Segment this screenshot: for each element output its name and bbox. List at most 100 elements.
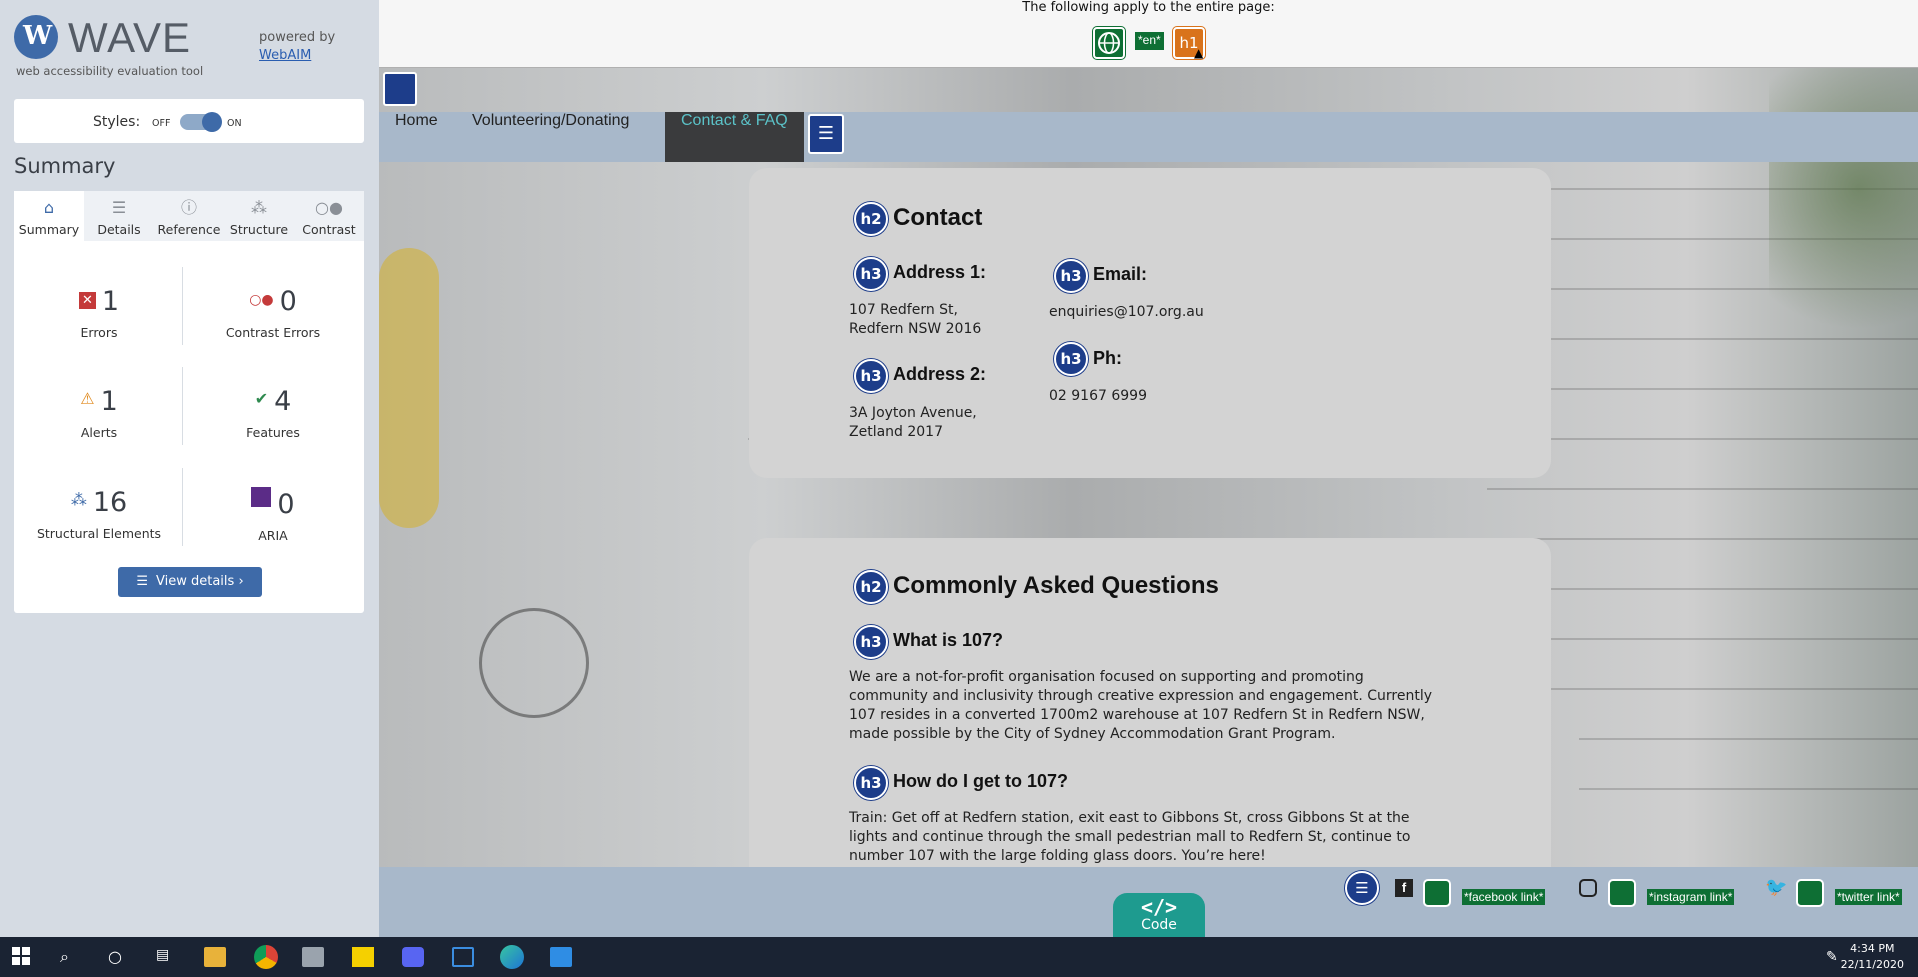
email-heading: Email: (1093, 264, 1148, 284)
h3-badge[interactable]: h3 (854, 766, 888, 800)
stat-alerts[interactable]: ⚠ 1 Alerts (19, 386, 179, 440)
email-value: enquiries@107.org.au (1049, 304, 1204, 320)
system-clock[interactable]: 4:34 PM 22/11/2020 (1841, 941, 1904, 973)
code-button[interactable]: </> Code (1113, 893, 1205, 937)
address2-heading: Address 2: (893, 364, 987, 384)
summary-heading: Summary (14, 154, 116, 178)
alert-icon: ⚠ (80, 389, 95, 408)
photos-icon[interactable] (550, 947, 572, 967)
faq-answer-1-line: made possible by the City of Sydney Acco… (849, 726, 1336, 742)
link-icon[interactable] (1608, 879, 1636, 907)
facebook-icon[interactable]: f (1395, 879, 1413, 897)
search-icon[interactable]: ⌕ (60, 947, 82, 967)
address1-line2: Redfern NSW 2016 (849, 321, 982, 337)
list-icon: ☰ (136, 574, 149, 589)
stat-features[interactable]: ✔ 4 Features (193, 386, 353, 440)
faq-answer-1-line: 107 resides in a converted 1700m2 wareho… (849, 707, 1425, 723)
list-structure-icon[interactable]: ☰ (1345, 871, 1379, 905)
pen-icon[interactable]: ✎ (1826, 949, 1838, 965)
faq-answer-1-line: community and inclusivity through creati… (849, 688, 1432, 704)
warning-icon: ▲ (1194, 46, 1204, 60)
tab-contrast[interactable]: ○● Contrast (294, 191, 364, 241)
site-view: Home Volunteering/Donating Contact & FAQ… (379, 68, 1918, 937)
structure-icon: ⁂ (70, 490, 87, 509)
graffiti-decoration (379, 248, 439, 528)
twitter-link[interactable]: *twitter link* (1835, 889, 1902, 905)
calendar-icon[interactable] (452, 947, 474, 967)
windows-start-icon[interactable] (12, 947, 34, 967)
globe-icon[interactable] (1093, 27, 1125, 59)
discord-icon[interactable] (402, 947, 424, 967)
nav-home[interactable]: Home (379, 112, 454, 162)
stat-aria[interactable]: 0 ARIA (193, 487, 353, 543)
edge-icon[interactable] (500, 945, 524, 969)
divider (182, 468, 183, 546)
list-icon: ☰ (111, 198, 127, 217)
stat-errors[interactable]: ✕ 1 Errors (19, 286, 179, 340)
stat-contrast-errors[interactable]: ○● 0 Contrast Errors (193, 286, 353, 340)
faq-answer-2-line: number 107 with the large folding glass … (849, 848, 1266, 864)
error-icon: ✕ (78, 292, 96, 309)
tab-summary[interactable]: ⌂ Summary (14, 191, 84, 241)
address2-line2: Zetland 2017 (849, 424, 944, 440)
styles-on-label: ON (227, 118, 242, 129)
view-details-button[interactable]: ☰ View details › (118, 567, 262, 597)
link-icon[interactable] (1796, 879, 1824, 907)
address1-line1: 107 Redfern St, (849, 302, 958, 318)
h3-badge[interactable]: h3 (1054, 259, 1088, 293)
contrast-error-icon: ○● (249, 292, 274, 308)
address2-line1: 3A Joyton Avenue, (849, 405, 977, 421)
h3-badge[interactable]: h3 (854, 257, 888, 291)
site-nav: Home Volunteering/Donating Contact & FAQ… (379, 112, 1918, 162)
chrome-icon[interactable] (254, 945, 278, 969)
h3-badge[interactable]: h3 (854, 359, 888, 393)
instagram-link[interactable]: *instagram link* (1647, 889, 1735, 905)
app-icon[interactable] (302, 947, 324, 967)
tab-details[interactable]: ☰ Details (84, 191, 154, 241)
h2-badge[interactable]: h2 (854, 202, 888, 236)
twitter-icon[interactable]: 🐦 (1765, 877, 1787, 898)
file-explorer-icon[interactable] (204, 947, 226, 967)
phone-value: 02 9167 6999 (1049, 388, 1147, 404)
sticky-notes-icon[interactable] (352, 947, 374, 967)
stat-structural[interactable]: ⁂ 16 Structural Elements (19, 487, 179, 541)
contact-heading: Contact (893, 204, 983, 231)
tab-reference[interactable]: ⓘ Reference (154, 191, 224, 241)
summary-panel: ⌂ Summary ☰ Details ⓘ Reference ⁂ Struct… (14, 191, 364, 613)
faq-question-1: What is 107? (893, 630, 1004, 650)
styles-off-label: OFF (152, 118, 171, 129)
divider (182, 267, 183, 345)
styles-toggle-box: Styles: OFF ON (14, 99, 364, 143)
lang-badge[interactable]: *en* (1135, 32, 1164, 50)
page-summary-bar: The following apply to the entire page: … (379, 0, 1918, 68)
phone-heading: Ph: (1093, 348, 1122, 368)
h3-badge[interactable]: h3 (854, 625, 888, 659)
structure-icon: ⁂ (251, 198, 267, 217)
wave-tabs: ⌂ Summary ☰ Details ⓘ Reference ⁂ Struct… (14, 191, 364, 241)
home-icon: ⌂ (43, 198, 55, 217)
h3-badge[interactable]: h3 (1054, 342, 1088, 376)
instagram-icon[interactable] (1579, 879, 1597, 897)
facebook-link[interactable]: *facebook link* (1462, 889, 1546, 905)
h2-badge[interactable]: h2 (854, 570, 888, 604)
cortana-icon[interactable]: ○ (108, 947, 130, 967)
toggle-knob (202, 112, 222, 132)
code-label: Code (1141, 917, 1177, 933)
webaim-link[interactable]: WebAIM (259, 47, 335, 65)
contrast-icon: ○● (315, 198, 343, 217)
nav-volunteering[interactable]: Volunteering/Donating (456, 112, 645, 162)
styles-label: Styles: (93, 114, 141, 130)
header-region-icon[interactable] (383, 72, 417, 106)
tab-structure[interactable]: ⁂ Structure (224, 191, 294, 241)
styles-toggle[interactable] (180, 112, 222, 132)
faq-question-2: How do I get to 107? (893, 771, 1069, 791)
powered-by: powered by WebAIM (259, 30, 336, 65)
nav-contact-faq[interactable]: Contact & FAQ (665, 112, 804, 162)
navigation-region-icon[interactable]: ☰ (808, 114, 844, 154)
flower-decoration (479, 608, 589, 718)
wave-logo[interactable]: W WAVE web accessibility evaluation tool (14, 12, 254, 82)
task-view-icon[interactable]: ▤ (156, 947, 178, 967)
faq-answer-2-line: lights and continue through the small pe… (849, 829, 1411, 845)
link-icon[interactable] (1423, 879, 1451, 907)
info-icon: ⓘ (180, 198, 197, 217)
